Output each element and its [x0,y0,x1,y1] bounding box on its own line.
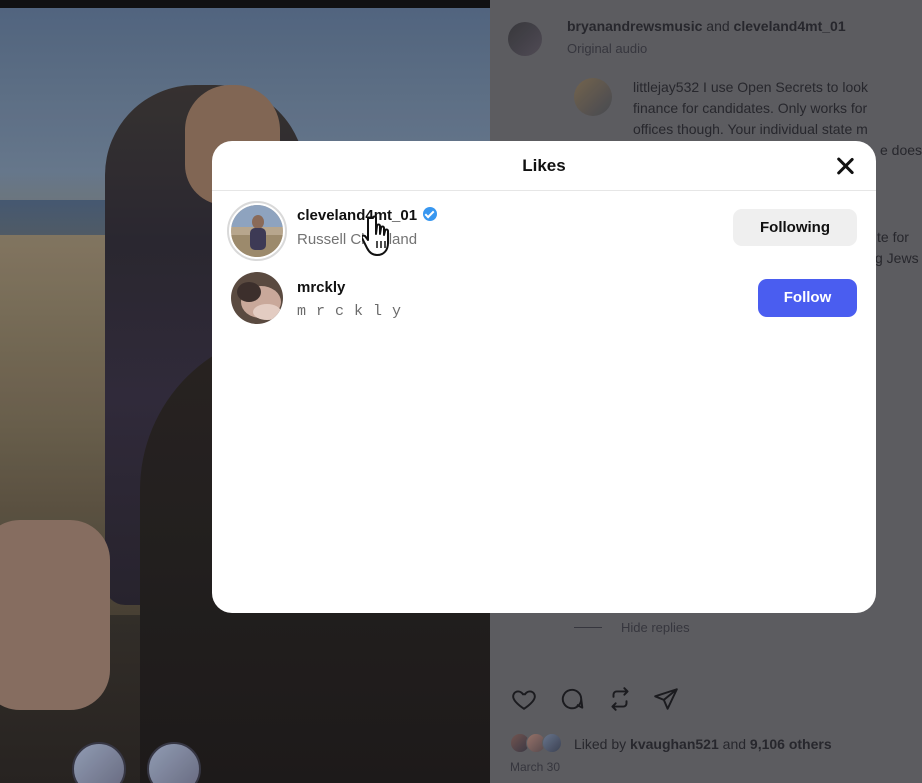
close-icon[interactable] [830,151,860,181]
liker-display-name: m r c k l y [297,303,402,320]
modal-header: Likes [212,141,876,191]
hand-pointer-cursor-icon [360,214,398,260]
username-text[interactable]: cleveland4mt_01 [297,207,417,224]
avatar[interactable] [231,272,283,324]
modal-title: Likes [522,156,566,175]
liker-display-name: Russell Cleveland [297,231,418,248]
verified-badge-icon [423,207,438,221]
likes-modal: Likes cleveland4mt_01 Russell Cleveland … [212,141,876,613]
avatar[interactable] [231,205,283,257]
following-button[interactable]: Following [733,209,857,246]
liker-username[interactable]: mrckly [297,279,345,296]
follow-button[interactable]: Follow [758,279,857,317]
